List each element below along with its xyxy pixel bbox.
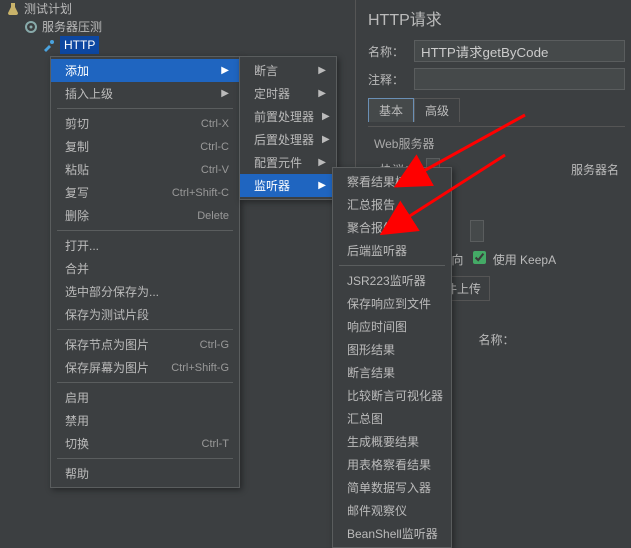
submenu-arrow-icon: ▶ bbox=[318, 180, 326, 191]
menu-help[interactable]: 帮助 bbox=[51, 462, 239, 485]
name-label: 名称： bbox=[368, 43, 408, 60]
submenu-preprocessors[interactable]: 前置处理器▶ bbox=[240, 105, 336, 128]
keepalive-checkbox[interactable]: 使用 KeepA bbox=[469, 248, 556, 268]
submenu-postprocessors[interactable]: 后置处理器▶ bbox=[240, 128, 336, 151]
panel-title: HTTP请求 bbox=[368, 6, 625, 30]
listener-simple-data-writer[interactable]: 简单数据写入器 bbox=[333, 476, 451, 499]
listener-graph-results[interactable]: 图形结果 bbox=[333, 338, 451, 361]
listener-aggregate-graph[interactable]: 汇总图 bbox=[333, 407, 451, 430]
submenu-arrow-icon: ▶ bbox=[318, 65, 326, 76]
menu-separator bbox=[57, 382, 233, 383]
menu-save-selection-as[interactable]: 选中部分保存为... bbox=[51, 280, 239, 303]
menu-cut[interactable]: 剪切Ctrl-X bbox=[51, 112, 239, 135]
listener-comparison-assertion[interactable]: 比较断言可视化器 bbox=[333, 384, 451, 407]
listener-save-responses[interactable]: 保存响应到文件 bbox=[333, 292, 451, 315]
menu-separator bbox=[339, 265, 445, 266]
submenu-arrow-icon: ▶ bbox=[221, 88, 229, 99]
comment-label: 注释： bbox=[368, 71, 408, 88]
listener-generate-summary[interactable]: 生成概要结果 bbox=[333, 430, 451, 453]
menu-toggle[interactable]: 切换Ctrl-T bbox=[51, 432, 239, 455]
listener-backend[interactable]: 后端监听器 bbox=[333, 239, 451, 262]
comment-input[interactable] bbox=[414, 68, 625, 90]
listener-assertion-results[interactable]: 断言结果 bbox=[333, 361, 451, 384]
menu-save-node-image[interactable]: 保存节点为图片Ctrl-G bbox=[51, 333, 239, 356]
tree-node-root[interactable]: 测试计划 bbox=[4, 0, 104, 18]
menu-add[interactable]: 添加▶ bbox=[51, 59, 239, 82]
submenu-arrow-icon: ▶ bbox=[221, 65, 229, 76]
dropper-icon bbox=[42, 38, 56, 52]
keepalive-input[interactable] bbox=[473, 251, 486, 264]
request-tabs: 基本 高级 bbox=[368, 98, 625, 122]
flask-icon bbox=[6, 2, 20, 16]
listener-view-results-tree[interactable]: 察看结果树 bbox=[333, 170, 451, 193]
menu-save-as-fragment[interactable]: 保存为测试片段 bbox=[51, 303, 239, 326]
webserver-title: Web服务器 bbox=[374, 135, 619, 152]
menu-merge[interactable]: 合并 bbox=[51, 257, 239, 280]
submenu-config[interactable]: 配置元件▶ bbox=[240, 151, 336, 174]
menu-open[interactable]: 打开... bbox=[51, 234, 239, 257]
tree-label: 服务器压测 bbox=[42, 18, 102, 36]
menu-save-screen-image[interactable]: 保存屏幕为图片Ctrl+Shift-G bbox=[51, 356, 239, 379]
tree-label: 测试计划 bbox=[24, 0, 72, 18]
tab-basic[interactable]: 基本 bbox=[368, 98, 414, 122]
add-submenu: 断言▶ 定时器▶ 前置处理器▶ 后置处理器▶ 配置元件▶ 监听器▶ bbox=[239, 56, 337, 200]
submenu-timers[interactable]: 定时器▶ bbox=[240, 82, 336, 105]
submenu-arrow-icon: ▶ bbox=[318, 157, 326, 168]
listener-mailer-visualizer[interactable]: 邮件观察仪 bbox=[333, 499, 451, 522]
menu-duplicate[interactable]: 复写Ctrl+Shift-C bbox=[51, 181, 239, 204]
tab-advanced[interactable]: 高级 bbox=[414, 98, 460, 122]
listener-jsr223[interactable]: JSR223监听器 bbox=[333, 269, 451, 292]
listeners-submenu: 察看结果树 汇总报告 聚合报告 后端监听器 JSR223监听器 保存响应到文件 … bbox=[332, 167, 452, 548]
listener-view-results-table[interactable]: 用表格察看结果 bbox=[333, 453, 451, 476]
listener-summary-report[interactable]: 汇总报告 bbox=[333, 193, 451, 216]
listener-aggregate-report[interactable]: 聚合报告 bbox=[333, 216, 451, 239]
context-menu: 添加▶ 插入上级▶ 剪切Ctrl-X 复制Ctrl-C 粘贴Ctrl-V 复写C… bbox=[50, 56, 240, 488]
listener-response-time-graph[interactable]: 响应时间图 bbox=[333, 315, 451, 338]
gear-icon bbox=[24, 20, 38, 34]
submenu-arrow-icon: ▶ bbox=[318, 88, 326, 99]
menu-delete[interactable]: 删除Delete bbox=[51, 204, 239, 227]
listener-beanshell[interactable]: BeanShell监听器 bbox=[333, 522, 451, 545]
menu-paste[interactable]: 粘贴Ctrl-V bbox=[51, 158, 239, 181]
menu-separator bbox=[57, 329, 233, 330]
submenu-arrow-icon: ▶ bbox=[322, 111, 330, 122]
server-name-label: 服务器名 bbox=[571, 161, 619, 178]
menu-separator bbox=[57, 458, 233, 459]
submenu-assertions[interactable]: 断言▶ bbox=[240, 59, 336, 82]
name-input[interactable] bbox=[414, 40, 625, 62]
menu-copy[interactable]: 复制Ctrl-C bbox=[51, 135, 239, 158]
submenu-listeners[interactable]: 监听器▶ bbox=[240, 174, 336, 197]
tree-node-selected[interactable]: HTTP bbox=[4, 36, 104, 54]
menu-enable[interactable]: 启用 bbox=[51, 386, 239, 409]
submenu-arrow-icon: ▶ bbox=[322, 134, 330, 145]
menu-separator bbox=[57, 108, 233, 109]
menu-disable[interactable]: 禁用 bbox=[51, 409, 239, 432]
tree-node-threadgroup[interactable]: 服务器压测 bbox=[4, 18, 104, 36]
tree-label: HTTP bbox=[60, 36, 99, 54]
path-input[interactable] bbox=[470, 220, 484, 242]
menu-separator bbox=[57, 230, 233, 231]
menu-insert-parent[interactable]: 插入上级▶ bbox=[51, 82, 239, 105]
keepalive-label: 使用 KeepA bbox=[493, 253, 556, 267]
